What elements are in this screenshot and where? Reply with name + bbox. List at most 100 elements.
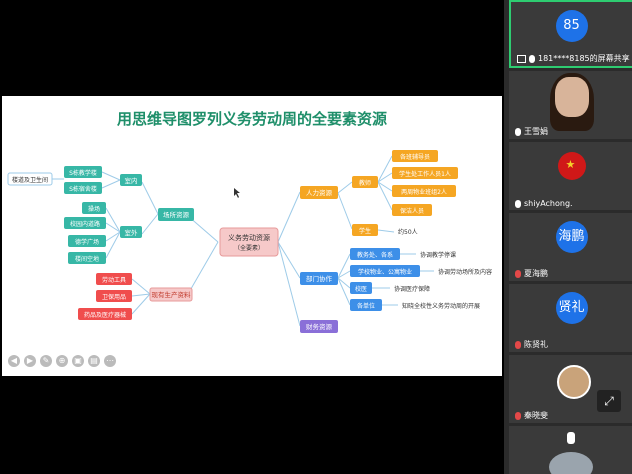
node-academic-affairs: 教务处、各系 [350,248,400,260]
slide-toolbar: ◀ ▶ ✎ ⊕ ▣ ▤ ⋯ [8,355,116,369]
svg-text:室外: 室外 [125,228,139,237]
mindmap-center-node: 义务劳动资源 （全要素） [219,227,279,257]
mind-map: 义务劳动资源 （全要素） 场所资源 室内 室外 楼道及卫生间 S栋教学楼 S栋宿… [7,150,492,333]
mic-muted-icon [515,340,521,349]
svg-text:操场: 操场 [88,205,100,213]
mic-icon [567,432,575,444]
avatar [556,365,591,399]
next-slide-icon[interactable]: ▶ [24,355,36,367]
node-student-affairs-staff: 学生处工作人员1人 [392,167,458,179]
participant-name: 王雪娟 [524,127,548,136]
svg-text:学生: 学生 [359,227,371,235]
svg-text:校医: 校医 [355,285,367,293]
subtitle-icon[interactable]: ▤ [88,355,100,367]
participant-tile[interactable]: 海鹏 夏海鹏 [509,213,632,281]
note-school-doctor: 协调医疗保障 [394,285,430,293]
svg-text:校园内道路: 校园内道路 [70,220,100,228]
expand-icon[interactable]: ⤢ [597,390,621,412]
svg-text:各班辅导员: 各班辅导员 [400,153,430,161]
pen-icon[interactable]: ✎ [40,355,52,367]
svg-text:劳动工具: 劳动工具 [102,276,126,284]
svg-text:现有生产资料: 现有生产资料 [152,290,192,299]
node-hygiene-supplies: 卫保用品 [96,290,132,302]
node-campus-road: 校园内道路 [64,217,106,229]
node-property-team: 两周物业班组2人 [392,185,456,197]
zoom-icon[interactable]: ⊕ [56,355,68,367]
node-medical: 药品及医疗器械 [78,308,132,320]
prev-slide-icon[interactable]: ◀ [8,355,20,367]
svg-text:S栋宿舍楼: S栋宿舍楼 [69,185,97,193]
mouse-cursor-icon [234,188,240,198]
node-corridor: 楼道及卫生间 [7,172,53,186]
avatar: 贤礼 [555,292,588,324]
svg-text:保洁人员: 保洁人员 [400,207,424,215]
center-node-title: 义务劳动资源 [228,233,270,242]
participant-name: 陈贤礼 [524,340,548,349]
svg-text:教师: 教师 [359,179,371,187]
node-square: 德学广场 [68,235,106,247]
node-school-doctor: 校医 [350,282,372,294]
node-student: 学生 [352,224,378,236]
mic-icon [515,127,521,136]
shared-screen-area: 用思维导图罗列义务劳动周的全要素资源 义务劳动资源 （全要素） 场所资源 室内 … [0,0,504,474]
participant-name: 秦晓斐 [524,411,548,420]
screen-share-icon [517,54,526,63]
mic-muted-icon [515,411,521,420]
participant-tile[interactable]: 85 181****8185的屏幕共享 [509,0,632,68]
svg-text:室内: 室内 [125,176,138,185]
more-icon[interactable]: ⋯ [104,355,116,367]
node-finance: 财务资源 [300,320,338,333]
participant-tile[interactable]: 秦晓斐 [509,355,632,423]
node-labor-tools: 劳动工具 [96,273,132,285]
participant-tile[interactable] [509,426,632,474]
svg-text:学校物业、公寓物业: 学校物业、公寓物业 [358,268,412,276]
note-property-management: 协调劳动场所及内容 [438,268,492,276]
participant-name-row: 王雪娟 [515,126,548,137]
svg-text:德学广场: 德学广场 [75,238,99,246]
participant-tile[interactable]: ★ shiyAchong. [509,142,632,210]
participant-name: 夏海鹏 [524,269,548,278]
note-academic-affairs: 协调教学停课 [420,251,456,259]
center-node-subtitle: （全要素） [234,244,264,252]
node-outdoor: 室外 [120,226,142,238]
svg-text:两周物业班组2人: 两周物业班组2人 [401,188,447,196]
participant-name-row: 夏海鹏 [515,268,548,279]
mic-icon [515,199,521,208]
node-all-units: 各单位 [350,299,382,311]
svg-text:部门协作: 部门协作 [306,274,333,283]
svg-text:财务资源: 财务资源 [306,322,333,331]
node-dept-collaboration: 部门协作 [300,272,338,285]
node-property-management: 学校物业、公寓物业 [350,265,420,277]
avatar: 85 [555,10,588,42]
node-scene-resources: 场所资源 [158,208,194,221]
node-human-resources: 人力资源 [300,186,338,199]
participant-name: shiyAchong. [524,199,573,208]
mic-icon [529,54,535,63]
svg-text:S栋教学楼: S栋教学楼 [69,169,97,177]
avatar: 海鹏 [555,221,588,253]
svg-text:各单位: 各单位 [357,302,375,310]
participant-name-row: 秦晓斐 [515,410,548,421]
svg-text:场所资源: 场所资源 [163,210,190,219]
node-teacher: 教师 [352,176,378,188]
node-open-space: 楼间空地 [68,252,106,264]
note-all-units: 知晓全校性义务劳动周的开展 [402,302,480,310]
participant-name: 181****8185的屏幕共享 [538,54,630,63]
node-cleaners: 保洁人员 [392,204,432,216]
participant-tile[interactable]: 贤礼 陈贤礼 [509,284,632,352]
avatar: ★ [557,152,586,180]
participant-video [549,452,593,474]
svg-text:药品及医疗器械: 药品及医疗器械 [84,311,126,319]
svg-text:楼道及卫生间: 楼道及卫生间 [12,176,48,184]
presentation-slide: 用思维导图罗列义务劳动周的全要素资源 义务劳动资源 （全要素） 场所资源 室内 … [2,96,502,376]
participant-name-row: 陈贤礼 [515,339,548,350]
node-existing-materials: 现有生产资料 [149,287,193,302]
svg-text:学生处工作人员1人: 学生处工作人员1人 [399,170,451,178]
node-playground: 操场 [82,202,106,214]
svg-text:卫保用品: 卫保用品 [102,293,126,301]
participant-name-row: shiyAchong. [515,199,573,208]
participant-tile[interactable]: 王雪娟 [509,71,632,139]
camera-icon[interactable]: ▣ [72,355,84,367]
node-indoor: 室内 [120,174,142,186]
node-counselor: 各班辅导员 [392,150,438,162]
